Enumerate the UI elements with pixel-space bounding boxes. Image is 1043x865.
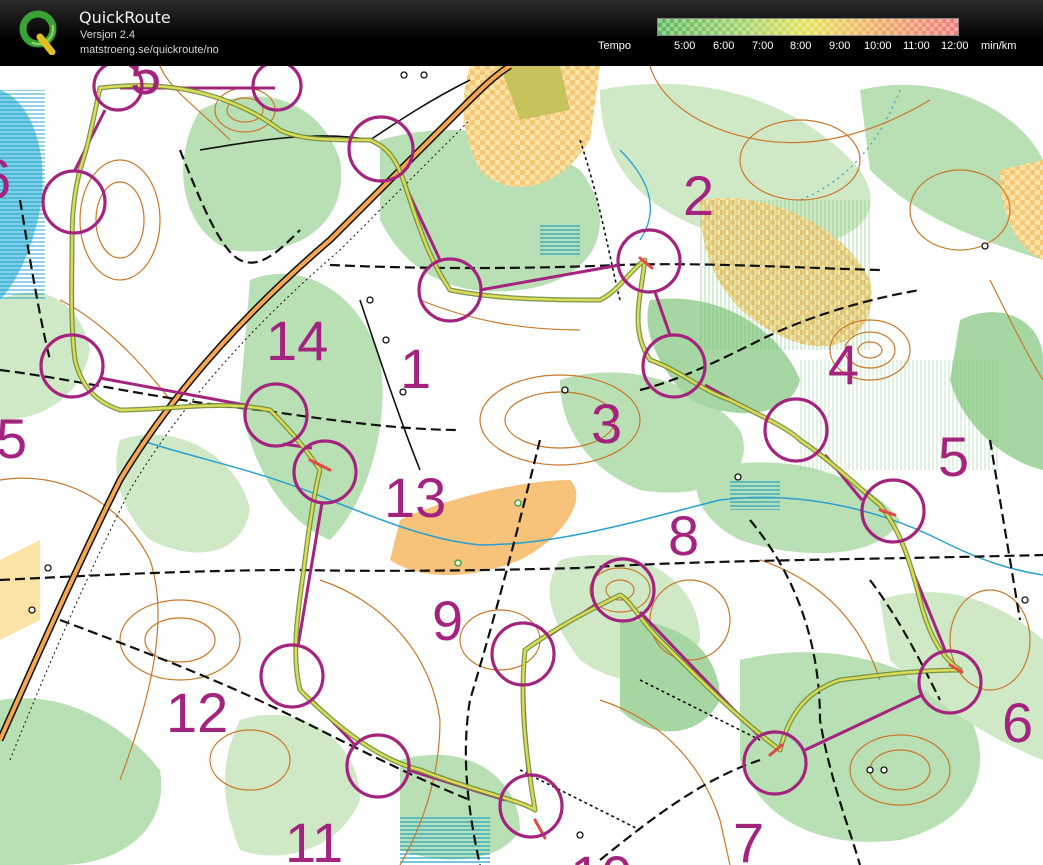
pace-legend-label: Tempo (598, 40, 632, 52)
pace-tick: 11:00 (903, 40, 930, 52)
pace-tick: 10:00 (864, 40, 892, 52)
pace-tick: 12:00 (941, 40, 969, 52)
quickroute-logo-icon (19, 10, 57, 55)
control-label-11: 11 (285, 811, 343, 865)
control-label-2: 2 (683, 164, 714, 227)
control-label-10: 10 (570, 844, 632, 865)
quickroute-window: QuickRoute Versjon 2.4 matstroeng.se/qui… (0, 0, 1043, 865)
control-label-1: 1 (400, 337, 431, 400)
control-label-3: 3 (591, 392, 622, 455)
pace-unit: min/km (981, 40, 1017, 52)
control-label-7: 7 (733, 811, 764, 865)
pace-tick: 5:00 (674, 40, 696, 52)
app-url: matstroeng.se/quickroute/no (80, 44, 219, 56)
control-label-5: 5 (938, 425, 969, 488)
control-label-14: 14 (266, 309, 328, 372)
control-label-13: 13 (384, 466, 446, 529)
pace-tick: 6:00 (713, 40, 735, 52)
control-label-6-left: 6 (0, 147, 11, 210)
control-label-top: 5 (130, 66, 161, 106)
header-bar: QuickRoute Versjon 2.4 matstroeng.se/qui… (0, 0, 1043, 66)
app-version: Versjon 2.4 (80, 29, 136, 41)
control-label-8: 8 (668, 504, 699, 567)
app-title: QuickRoute (79, 8, 171, 27)
control-label-6: 6 (1002, 691, 1033, 754)
pace-tick: 7:00 (752, 40, 774, 52)
pace-tick: 9:00 (829, 40, 851, 52)
orienteering-map[interactable]: 1 2 3 4 5 6 7 8 9 11 12 13 14 5 6 5 10 (0, 66, 1043, 865)
control-label-9: 9 (432, 589, 463, 652)
control-label-5-left: 5 (0, 407, 27, 470)
control-label-4: 4 (828, 333, 859, 396)
pace-legend-bar (657, 18, 959, 36)
control-label-12: 12 (166, 681, 228, 744)
pace-tick: 8:00 (790, 40, 812, 52)
